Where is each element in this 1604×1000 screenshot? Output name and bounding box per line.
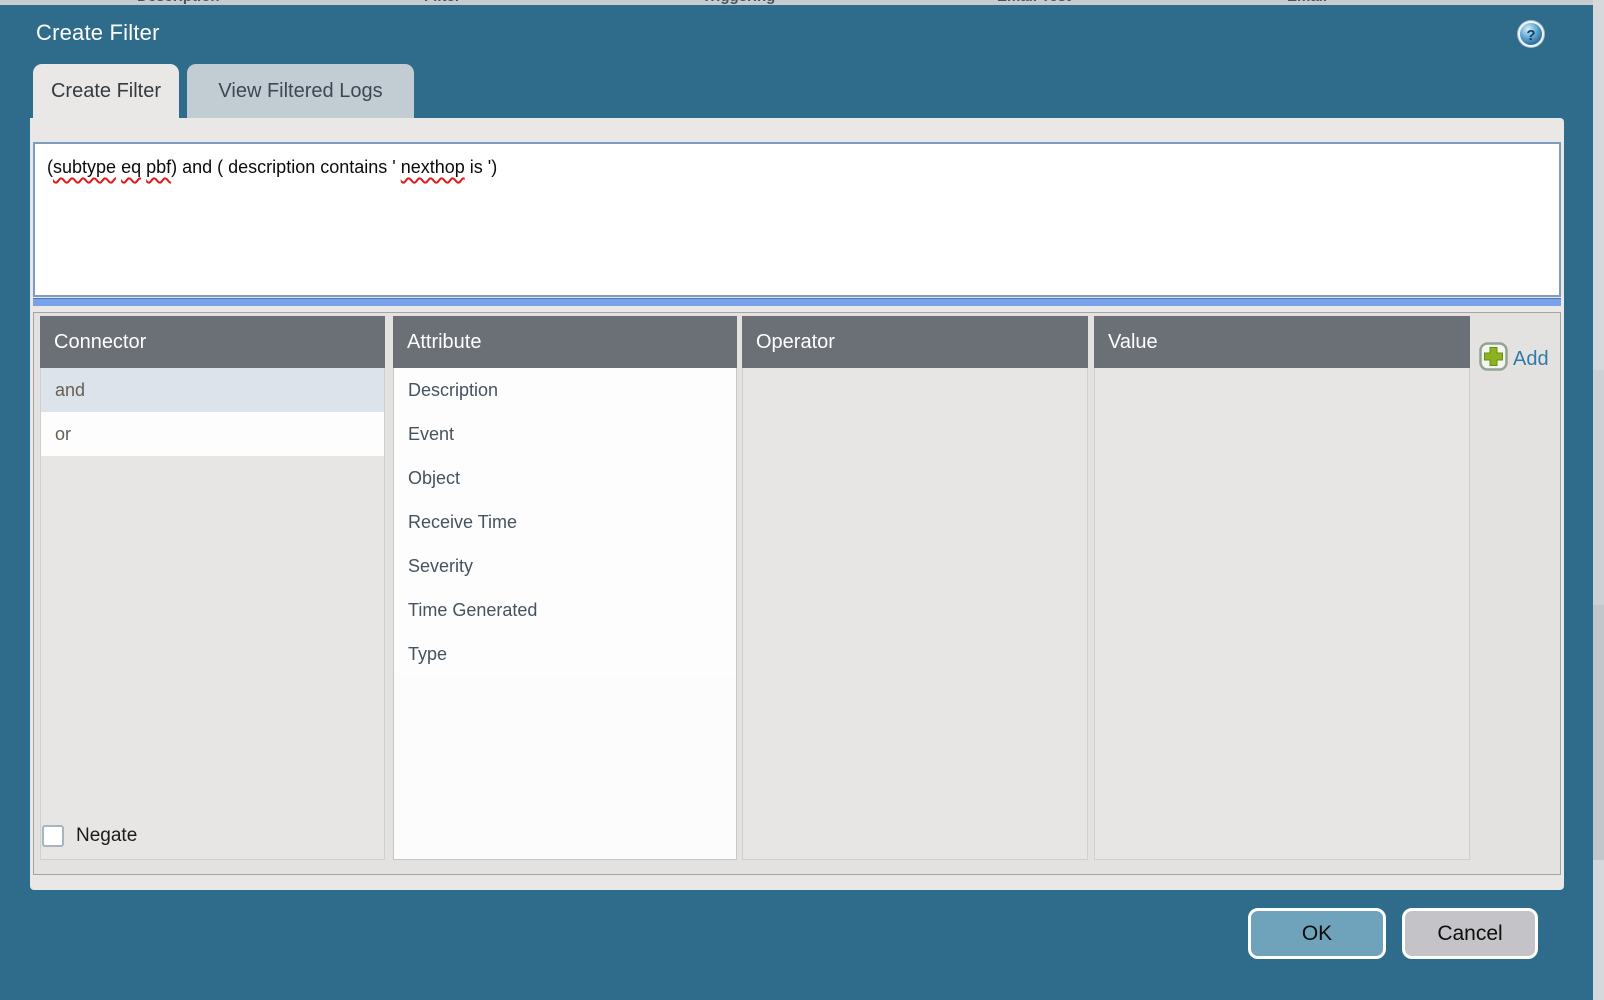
tab-create-filter-label: Create Filter	[51, 80, 161, 103]
misspelled-word: nexthop	[401, 157, 465, 177]
tab-view-filtered-logs[interactable]: View Filtered Logs	[187, 64, 414, 118]
background-header-fragment: Email	[1287, 0, 1327, 5]
list-item-or[interactable]: or	[41, 412, 384, 456]
tab-view-filtered-logs-label: View Filtered Logs	[218, 80, 382, 103]
list-item-and[interactable]: and	[41, 368, 384, 412]
background-header-fragment: Description	[137, 0, 220, 5]
column-header-value-label: Value	[1108, 331, 1158, 354]
misspelled-word: eq	[121, 157, 141, 177]
background-page-edge-band	[1593, 0, 1604, 370]
misspelled-word: pbf	[146, 157, 171, 177]
add-button-label: Add	[1513, 348, 1549, 371]
background-page-header-strip: Description Filter Triggering Email Test Ema…	[0, 0, 1604, 5]
column-header-operator: Operator	[742, 316, 1088, 368]
column-header-connector: Connector	[40, 316, 385, 368]
tab-create-filter[interactable]: Create Filter	[33, 64, 179, 118]
cancel-button[interactable]: Cancel	[1402, 908, 1538, 959]
negate-control[interactable]: Negate	[42, 825, 137, 847]
negate-label: Negate	[76, 825, 137, 847]
column-header-attribute: Attribute	[393, 316, 737, 368]
list-item-type[interactable]: Type	[394, 632, 736, 676]
filter-query-input[interactable]: (subtype eq pbf) and ( description conta…	[33, 142, 1561, 297]
column-header-operator-label: Operator	[756, 331, 835, 354]
column-header-attribute-label: Attribute	[407, 331, 481, 354]
connector-list: andor	[40, 368, 385, 860]
cancel-button-label: Cancel	[1437, 922, 1502, 946]
list-item-severity[interactable]: Severity	[394, 544, 736, 588]
value-list	[1094, 368, 1470, 860]
column-header-value: Value	[1094, 316, 1470, 368]
list-item-time-generated[interactable]: Time Generated	[394, 588, 736, 632]
background-page-edge	[1593, 0, 1604, 1000]
background-page-edge-band	[1593, 860, 1604, 1000]
ok-button[interactable]: OK	[1248, 908, 1386, 959]
ok-button-label: OK	[1302, 922, 1332, 946]
list-item-object[interactable]: Object	[394, 456, 736, 500]
query-text: is ')	[465, 157, 497, 177]
add-button[interactable]: Add	[1479, 342, 1549, 376]
svg-text:?: ?	[1526, 27, 1535, 44]
background-header-fragment: Triggering	[702, 0, 775, 5]
attribute-list: DescriptionEventObjectReceive TimeSeveri…	[393, 368, 737, 860]
help-icon[interactable]: ?	[1516, 19, 1546, 49]
list-item-event[interactable]: Event	[394, 412, 736, 456]
resize-splitter-handle[interactable]	[33, 298, 1561, 306]
misspelled-word: subtype	[53, 157, 116, 177]
dialog-title: Create Filter	[36, 20, 160, 46]
query-text: ) and ( description contains '	[171, 157, 401, 177]
background-header-fragment: Filter	[424, 0, 461, 5]
operator-list	[742, 368, 1088, 860]
background-page-edge-band	[1593, 605, 1604, 860]
add-plus-icon	[1479, 342, 1508, 376]
list-item-description[interactable]: Description	[394, 368, 736, 412]
column-header-connector-label: Connector	[54, 331, 146, 354]
background-header-fragment: Email Test	[997, 0, 1071, 5]
negate-checkbox[interactable]	[42, 825, 64, 847]
list-item-receive-time[interactable]: Receive Time	[394, 500, 736, 544]
